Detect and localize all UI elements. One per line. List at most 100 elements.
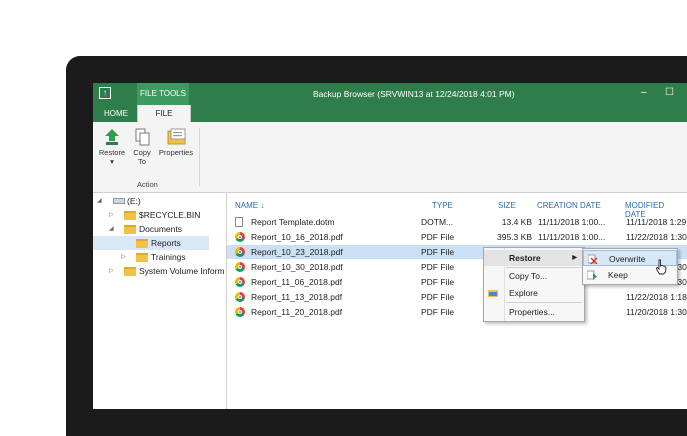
folder-open-icon [136,239,148,248]
copy-to-label-line1: Copy [133,148,151,157]
ribbon-group-label: Action [137,180,158,189]
backup-browser-window: ↑ FILE TOOLS Backup Browser (SRVWIN13 at… [93,83,687,409]
menu-item-label: Copy To... [509,271,548,281]
tab-home[interactable]: HOME [99,105,133,122]
file-modified-cell: 11/22/2018 1:18 [626,292,687,302]
file-name-cell: Report_11_06_2018.pdf [251,277,343,287]
tree-node-label: Reports [151,238,181,248]
tree-node-documents[interactable]: ◢ Documents [93,222,226,236]
menu-item-label: Properties... [509,307,555,317]
context-menu: Restore ▶ Copy To... Explore Properties.… [483,247,585,322]
menu-item-restore[interactable]: Restore ▶ [484,250,584,266]
file-type-cell: PDF File [421,232,455,242]
collapsed-arrow-icon[interactable]: ▷ [109,264,114,278]
tree-node-trainings[interactable]: ▷ Trainings [93,250,226,264]
contextual-tab-label: FILE TOOLS [137,83,189,105]
tab-file[interactable]: FILE [137,105,191,122]
restore-button-label: Restore [98,148,126,157]
column-header-label: NAME [235,201,259,210]
document-icon [235,217,243,227]
collapsed-arrow-icon[interactable]: ▷ [121,250,126,264]
file-row[interactable]: Report_11_13_2018.pdf PDF File 11/22/2018 … [227,290,687,304]
file-row[interactable]: Report_11_20_2018.pdf PDF File 11/20/2018 … [227,305,687,319]
file-name-cell: Report_10_16_2018.pdf [251,232,343,242]
tree-node-reports[interactable]: Reports [93,236,209,250]
file-type-cell: PDF File [421,247,455,257]
keep-icon [587,270,597,280]
properties-button[interactable]: Properties [157,128,195,157]
column-header-size[interactable]: SIZE [498,201,516,210]
file-type-cell: PDF File [421,307,455,317]
chrome-pdf-icon [235,307,245,317]
minimize-button[interactable]: – [641,83,647,103]
drive-icon [113,198,125,204]
folder-open-icon [124,225,136,234]
restore-button[interactable]: Restore ▾ [97,128,127,166]
file-type-cell: DOTM... [421,217,454,227]
file-list: NAME ↓ TYPE SIZE CREATION DATE MODIFIED … [227,193,687,409]
column-header-creation-date[interactable]: CREATION DATE [537,201,601,210]
tree-node-label: $RECYCLE.BIN [139,210,201,220]
menu-separator [506,302,582,303]
file-type-cell: PDF File [421,262,455,272]
file-row[interactable]: Report_10_16_2018.pdf PDF File 395.3 KB 11/… [227,230,687,244]
menu-item-copy-to[interactable]: Copy To... [484,268,584,284]
chrome-pdf-icon [235,247,245,257]
tree-node-label: Documents [139,224,182,234]
file-name-cell: Report_10_30_2018.pdf [251,262,343,272]
file-name-cell: Report_11_13_2018.pdf [251,292,343,302]
file-name-cell: Report_10_23_2018.pdf [251,247,343,257]
file-modified-cell: 11/22/2018 1:30 [626,232,687,242]
file-modified-cell: 11/20/2018 1:30 [626,307,687,317]
sort-down-icon: ↓ [260,201,265,210]
file-type-cell: PDF File [421,292,455,302]
chrome-pdf-icon [235,262,245,272]
tree-node-recycle-bin[interactable]: ▷ $RECYCLE.BIN [93,208,226,222]
menu-item-label: Overwrite [609,254,646,264]
file-type-cell: PDF File [421,277,455,287]
tree-node-drive-e[interactable]: ◢ (E:) [93,194,226,208]
ribbon: Restore ▾ Copy To Properties Action [93,122,687,193]
tree-node-label: (E:) [127,196,141,206]
expanded-arrow-icon[interactable]: ◢ [109,222,114,236]
menu-item-label: Restore [509,253,541,263]
folder-tree: ◢ (E:) ▷ $RECYCLE.BIN ◢ Documents Report… [93,193,227,409]
app-icon: ↑ [99,87,111,99]
maximize-button[interactable]: ☐ [665,83,674,103]
expanded-arrow-icon[interactable]: ◢ [97,194,102,208]
window-title: Backup Browser (SRVWIN13 at 12/24/2018 4… [313,89,515,99]
properties-icon [167,128,186,145]
file-created-cell: 11/11/2018 1:00... [538,232,606,242]
column-header-type[interactable]: TYPE [432,201,453,210]
menu-item-explore[interactable]: Explore [484,285,584,301]
overwrite-icon [588,254,598,264]
file-created-cell: 11/11/2018 1:00... [538,217,606,227]
menu-item-properties[interactable]: Properties... [484,304,584,320]
file-size-cell: 13.4 KB [501,217,532,227]
ribbon-tab-bar: HOME FILE [93,105,687,122]
title-bar: ↑ FILE TOOLS Backup Browser (SRVWIN13 at… [93,83,687,105]
file-row[interactable]: Report Template.dotm DOTM... 13.4 KB 11/11/… [227,215,687,229]
folder-icon [124,267,136,276]
tree-node-system-volume[interactable]: ▷ System Volume Inform [93,264,226,278]
file-name-cell: Report_11_20_2018.pdf [251,307,343,317]
copy-to-button[interactable]: Copy To [129,128,155,166]
folder-icon [124,211,136,220]
tree-node-label: Trainings [151,252,186,262]
collapsed-arrow-icon[interactable]: ▷ [109,208,114,222]
properties-button-label: Properties [158,148,194,157]
menu-item-label: Keep [608,270,628,280]
hand-cursor-icon [655,259,667,275]
chrome-pdf-icon [235,232,245,242]
copy-to-label-line2: To [138,157,146,166]
menu-item-label: Explore [509,288,538,298]
column-header-name[interactable]: NAME ↓ [235,201,264,210]
file-modified-cell: 11/11/2018 1:29 [626,217,687,227]
folder-icon [136,253,148,262]
restore-icon [105,129,119,145]
chrome-pdf-icon [235,277,245,287]
chrome-pdf-icon [235,292,245,302]
file-size-cell: 395.3 KB [497,232,532,242]
copy-icon [135,128,150,146]
explore-icon [488,290,498,297]
